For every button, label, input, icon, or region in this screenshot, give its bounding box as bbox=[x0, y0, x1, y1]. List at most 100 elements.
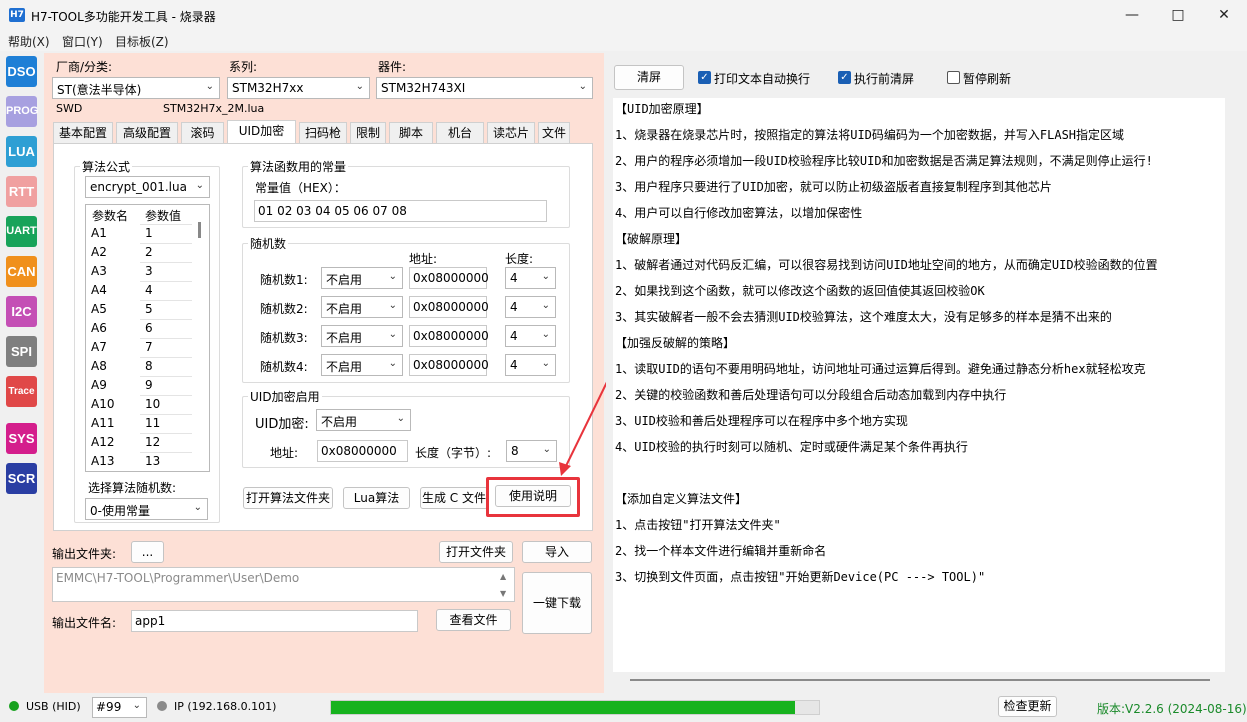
uid-bytes-select[interactable]: 8 ⌄ bbox=[506, 440, 557, 462]
algo-file-select[interactable]: encrypt_001.lua ⌄ bbox=[85, 176, 210, 198]
param-name[interactable]: A10 bbox=[91, 397, 114, 416]
usage-help-button[interactable]: 使用说明 bbox=[495, 485, 571, 507]
random-1-addr-input[interactable]: 0x08000000 bbox=[409, 267, 489, 289]
param-name[interactable]: A8 bbox=[91, 359, 107, 378]
clear-before-checkbox[interactable]: ✓ bbox=[838, 71, 851, 84]
tab-machine[interactable]: 机台 bbox=[436, 122, 484, 144]
close-button[interactable]: ✕ bbox=[1201, 0, 1247, 31]
tab-read-chip[interactable]: 读芯片 bbox=[487, 122, 535, 144]
tab-basic-config[interactable]: 基本配置 bbox=[53, 122, 113, 144]
tab-limit[interactable]: 限制 bbox=[350, 122, 386, 144]
open-folder-button[interactable]: 打开文件夹 bbox=[439, 541, 513, 563]
chevron-down-icon: ⌄ bbox=[355, 81, 364, 92]
sidebar-item-dso[interactable]: DSO bbox=[6, 56, 37, 87]
port-select[interactable]: #99 ⌄ bbox=[92, 697, 147, 718]
output-name-input[interactable]: app1 bbox=[131, 610, 418, 632]
const-group-title: 算法函数用的常量 bbox=[248, 158, 349, 175]
param-name[interactable]: A11 bbox=[91, 416, 114, 435]
menu-target-board[interactable]: 目标板(Z) bbox=[115, 33, 169, 50]
chevron-down-icon: ⌄ bbox=[132, 700, 141, 711]
tab-rolling-code[interactable]: 滚码 bbox=[181, 122, 224, 144]
random-1-len-select[interactable]: 4 ⌄ bbox=[505, 267, 556, 289]
sidebar-item-scr[interactable]: SCR bbox=[6, 463, 37, 494]
maximize-button[interactable]: □ bbox=[1155, 0, 1201, 31]
check-update-button[interactable]: 检查更新 bbox=[998, 696, 1057, 717]
chevron-down-icon: ⌄ bbox=[542, 444, 551, 455]
menu-help[interactable]: 帮助(X) bbox=[8, 33, 50, 50]
device-select[interactable]: STM32H743XI ⌄ bbox=[376, 77, 593, 99]
random-3-len-select[interactable]: 4 ⌄ bbox=[505, 325, 556, 347]
sidebar-item-uart[interactable]: UART bbox=[6, 216, 37, 247]
uid-enable-select[interactable]: 不启用 ⌄ bbox=[316, 409, 411, 431]
scroll-down-icon[interactable]: ▼ bbox=[500, 589, 506, 598]
menu-window[interactable]: 窗口(Y) bbox=[62, 33, 103, 50]
sidebar-item-prog[interactable]: PROG bbox=[6, 96, 38, 127]
output-path-field[interactable]: EMMC\H7-TOOL\Programmer\User\Demo bbox=[52, 567, 515, 602]
series-select[interactable]: STM32H7xx ⌄ bbox=[227, 77, 370, 99]
param-name[interactable]: A4 bbox=[91, 283, 107, 302]
view-file-button[interactable]: 查看文件 bbox=[436, 609, 511, 631]
random-3-addr-input[interactable]: 0x08000000 bbox=[409, 325, 489, 347]
param-name[interactable]: A7 bbox=[91, 340, 107, 359]
log-scrollbar-v[interactable] bbox=[1227, 98, 1244, 672]
sidebar-item-trace[interactable]: Trace bbox=[6, 376, 37, 407]
version-text: 版本:V2.2.6 (2024-08-16) bbox=[1097, 702, 1247, 716]
const-value-input[interactable]: 01 02 03 04 05 06 07 08 bbox=[254, 200, 547, 222]
one-click-download-button[interactable]: 一键下载 bbox=[522, 572, 592, 634]
wrap-checkbox[interactable]: ✓ bbox=[698, 71, 711, 84]
param-name[interactable]: A2 bbox=[91, 245, 107, 264]
log-line: 3、其实破解者一般不会去猜测UID校验算法，这个难度太大，没有足够多的样本是猜不… bbox=[615, 310, 1112, 324]
clear-screen-button[interactable]: 清屏 bbox=[614, 65, 684, 90]
scroll-up-icon[interactable]: ▲ bbox=[500, 572, 506, 581]
open-algo-folder-button[interactable]: 打开算法文件夹 bbox=[243, 487, 333, 509]
param-name[interactable]: A5 bbox=[91, 302, 107, 321]
port-value: #99 bbox=[96, 700, 122, 714]
log-line: 4、UID校验的执行时刻可以随机、定时或硬件满足某个条件再执行 bbox=[615, 440, 968, 454]
random-3-mode-select[interactable]: 不启用 ⌄ bbox=[321, 325, 403, 347]
tab-script[interactable]: 脚本 bbox=[389, 122, 433, 144]
random-3-len-select-value: 4 bbox=[510, 329, 518, 343]
random-select[interactable]: 0-使用常量 ⌄ bbox=[85, 498, 208, 520]
log-line: 4、用户可以自行修改加密算法，以增加保密性 bbox=[615, 206, 863, 220]
sidebar-item-rtt[interactable]: RTT bbox=[6, 176, 37, 207]
param-name[interactable]: A13 bbox=[91, 454, 114, 473]
script-file-text: STM32H7x_2M.lua bbox=[163, 102, 265, 115]
sidebar-item-spi[interactable]: SPI bbox=[6, 336, 37, 367]
tab-uid-encrypt[interactable]: UID加密 bbox=[227, 120, 296, 144]
param-name[interactable]: A12 bbox=[91, 435, 114, 454]
browse-button[interactable]: ... bbox=[131, 541, 164, 563]
sidebar-item-can[interactable]: CAN bbox=[6, 256, 37, 287]
random-4-mode-select[interactable]: 不启用 ⌄ bbox=[321, 354, 403, 376]
param-value[interactable]: 13 bbox=[145, 454, 160, 473]
tab-scanner[interactable]: 扫码枪 bbox=[299, 122, 347, 144]
random-2-addr-input[interactable]: 0x08000000 bbox=[409, 296, 489, 318]
param-list-scrollbar[interactable] bbox=[198, 222, 201, 238]
lua-algo-button[interactable]: Lua算法 bbox=[343, 487, 410, 509]
generate-c-file-button[interactable]: 生成 C 文件 bbox=[420, 487, 488, 509]
random-2-mode-select[interactable]: 不启用 ⌄ bbox=[321, 296, 403, 318]
import-button[interactable]: 导入 bbox=[522, 541, 592, 563]
pause-checkbox[interactable] bbox=[947, 71, 960, 84]
uid-addr-input[interactable]: 0x08000000 bbox=[317, 440, 408, 462]
chevron-down-icon: ⌄ bbox=[541, 329, 550, 340]
log-text-area[interactable]: 【UID加密原理】 1、烧录器在烧录芯片时，按照指定的算法将UID码编码为一个加密… bbox=[613, 98, 1225, 672]
param-name[interactable]: A1 bbox=[91, 226, 107, 245]
random-1-mode-select[interactable]: 不启用 ⌄ bbox=[321, 267, 403, 289]
param-name[interactable]: A3 bbox=[91, 264, 107, 283]
vendor-select[interactable]: ST(意法半导体) ⌄ bbox=[52, 77, 220, 99]
random-4-len-select[interactable]: 4 ⌄ bbox=[505, 354, 556, 376]
tab-file[interactable]: 文件 bbox=[538, 122, 570, 144]
random-4-addr-input[interactable]: 0x08000000 bbox=[409, 354, 489, 376]
param-name[interactable]: A6 bbox=[91, 321, 107, 340]
tab-advanced-config[interactable]: 高级配置 bbox=[116, 122, 178, 144]
sidebar-item-i2c[interactable]: I2C bbox=[6, 296, 37, 327]
log-scrollbar-h-thumb[interactable] bbox=[630, 679, 1210, 681]
log-line: 1、破解者通过对代码反汇编，可以很容易找到访问UID地址空间的地方，从而确定UI… bbox=[615, 258, 1158, 272]
minimize-button[interactable]: — bbox=[1109, 0, 1155, 31]
sidebar-item-sys[interactable]: SYS bbox=[6, 423, 37, 454]
chevron-down-icon: ⌄ bbox=[541, 358, 550, 369]
vendor-label: 厂商/分类: bbox=[56, 60, 113, 74]
sidebar-item-lua[interactable]: LUA bbox=[6, 136, 37, 167]
param-name[interactable]: A9 bbox=[91, 378, 107, 397]
random-2-len-select[interactable]: 4 ⌄ bbox=[505, 296, 556, 318]
